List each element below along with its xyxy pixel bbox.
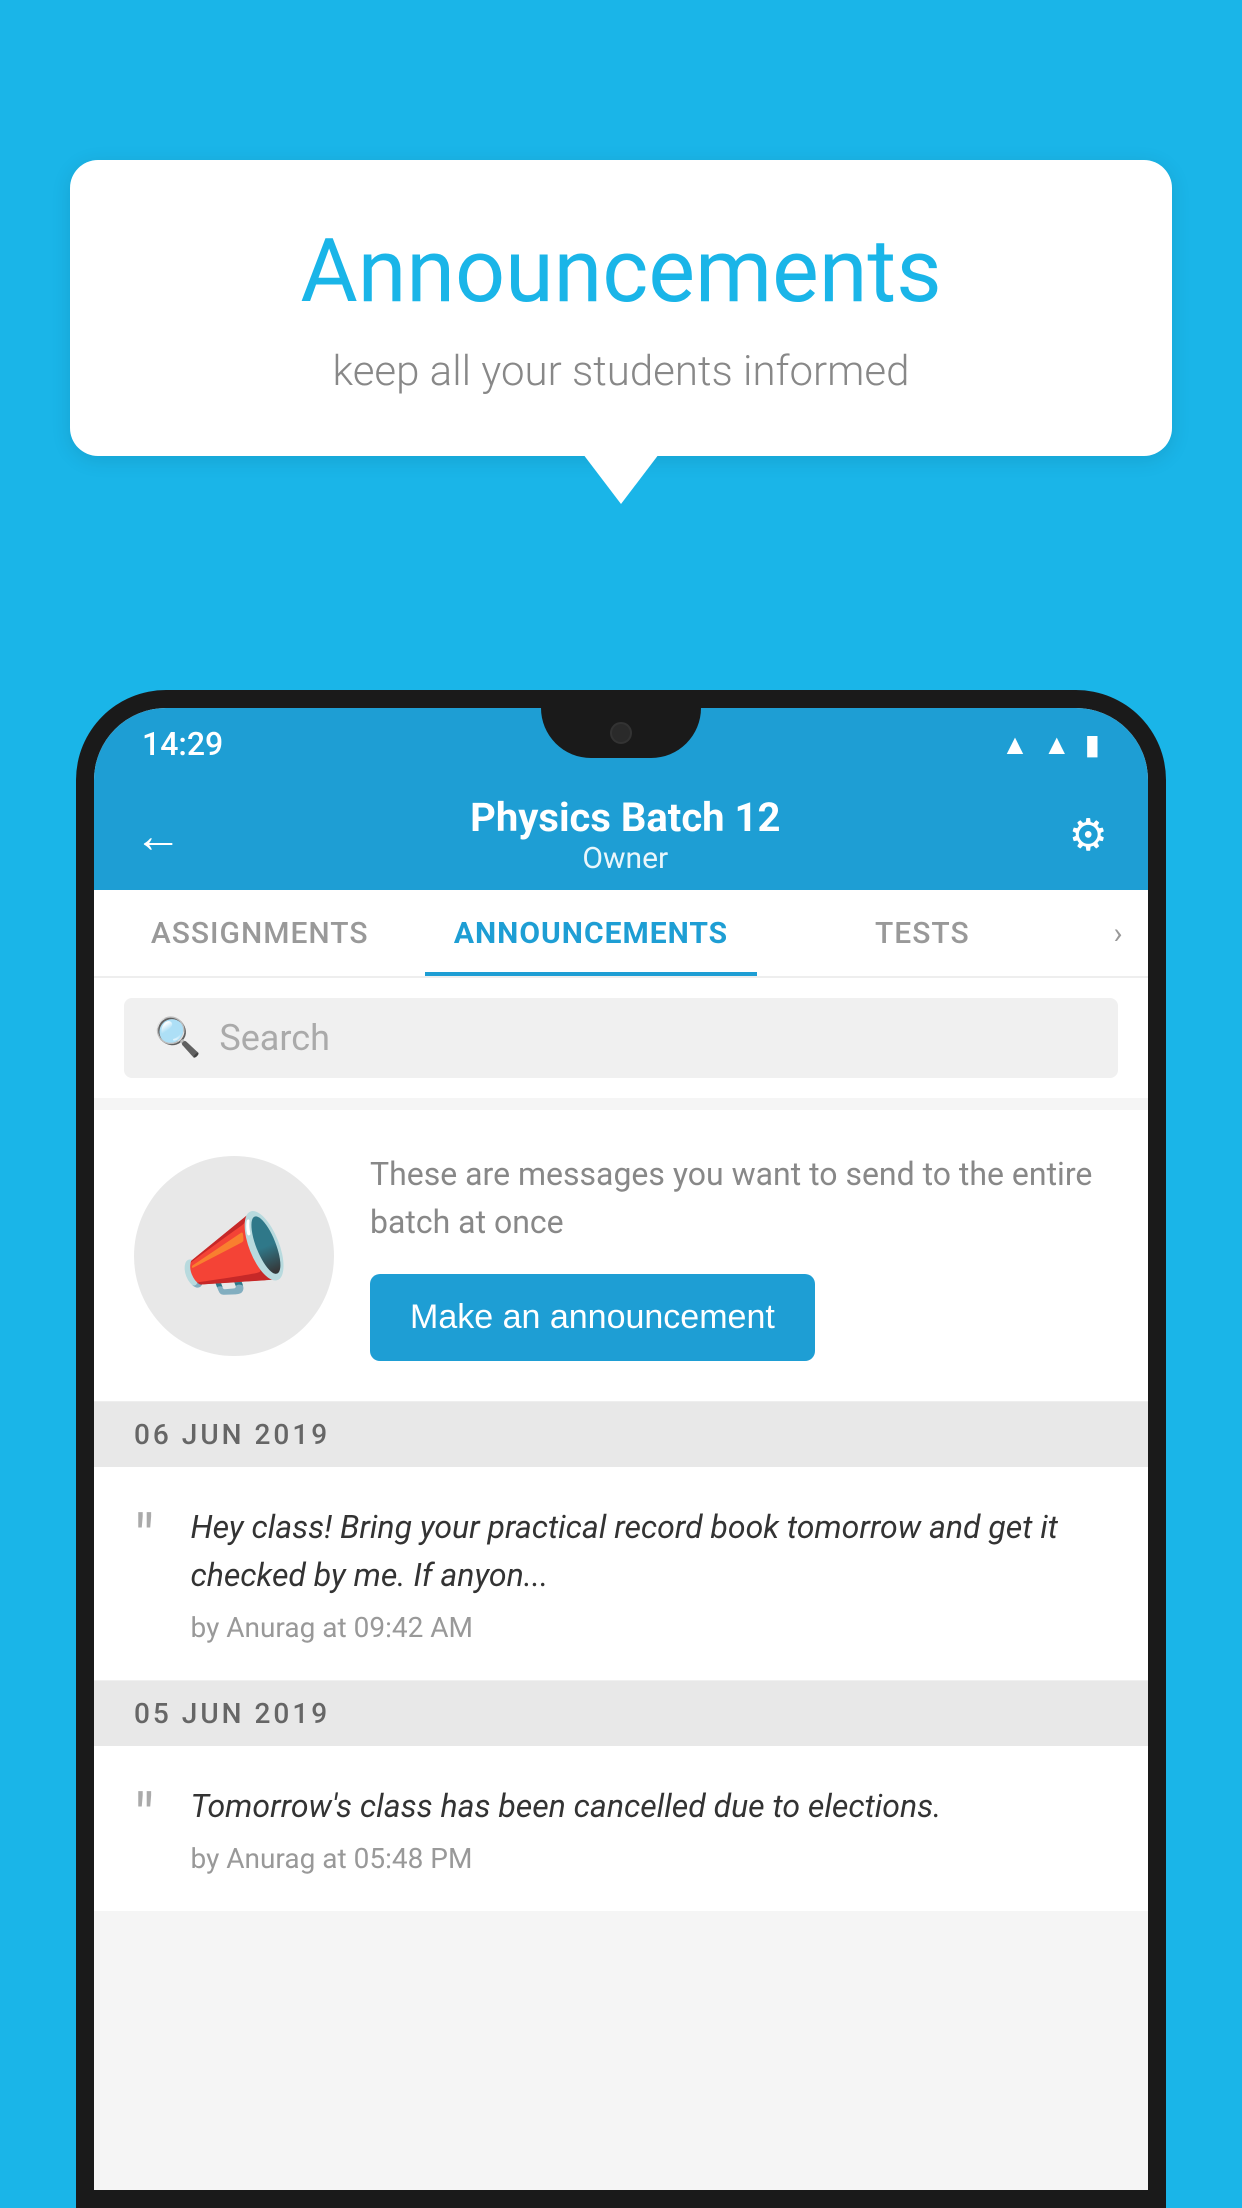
bubble-title: Announcements xyxy=(150,220,1092,323)
announcement-content-1: Hey class! Bring your practical record b… xyxy=(191,1503,1109,1644)
megaphone-icon: 📣 xyxy=(178,1203,290,1308)
search-placeholder: Search xyxy=(219,1017,330,1059)
phone-outer: 14:29 ▲ ▲ ▮ ← Physics Batch 12 Owner ⚙ xyxy=(76,690,1166,2208)
app-bar-subtitle: Owner xyxy=(182,841,1069,876)
make-announcement-button[interactable]: Make an announcement xyxy=(370,1274,815,1361)
wifi-icon: ▲ xyxy=(1001,728,1029,761)
status-time: 14:29 xyxy=(142,725,223,763)
announcement-item-2: " Tomorrow's class has been cancelled du… xyxy=(94,1746,1148,1911)
signal-icon: ▲ xyxy=(1043,728,1071,761)
speech-bubble-card: Announcements keep all your students inf… xyxy=(70,160,1172,456)
tab-tests[interactable]: TESTS xyxy=(757,890,1088,976)
settings-icon[interactable]: ⚙ xyxy=(1069,809,1108,861)
phone-inner: 14:29 ▲ ▲ ▮ ← Physics Batch 12 Owner ⚙ xyxy=(94,708,1148,2190)
announcement-text-1: Hey class! Bring your practical record b… xyxy=(191,1503,1109,1599)
quote-icon-1: " xyxy=(134,1507,155,1571)
announcement-text-2: Tomorrow's class has been cancelled due … xyxy=(191,1782,1109,1830)
date-header-1: 06 JUN 2019 xyxy=(94,1402,1148,1467)
promo-section: 📣 These are messages you want to send to… xyxy=(94,1110,1148,1402)
app-bar-title: Physics Batch 12 xyxy=(182,794,1069,841)
announcement-meta-1: by Anurag at 09:42 AM xyxy=(191,1611,1109,1644)
search-bar-wrapper: 🔍 Search xyxy=(94,978,1148,1098)
promo-right: These are messages you want to send to t… xyxy=(370,1150,1108,1361)
battery-icon: ▮ xyxy=(1085,728,1100,761)
speech-bubble-tail xyxy=(583,454,659,504)
app-bar-title-section: Physics Batch 12 Owner xyxy=(182,794,1069,876)
content-area: 🔍 Search 📣 These are messages you want t… xyxy=(94,978,1148,2190)
bubble-subtitle: keep all your students informed xyxy=(150,347,1092,396)
tab-more[interactable]: › xyxy=(1088,890,1148,976)
quote-icon-2: " xyxy=(134,1786,155,1850)
search-bar[interactable]: 🔍 Search xyxy=(124,998,1118,1078)
speech-bubble-section: Announcements keep all your students inf… xyxy=(70,160,1172,504)
announcement-content-2: Tomorrow's class has been cancelled due … xyxy=(191,1782,1109,1875)
notch-camera xyxy=(610,722,632,744)
tab-announcements[interactable]: ANNOUNCEMENTS xyxy=(425,890,756,976)
promo-icon-circle: 📣 xyxy=(134,1156,334,1356)
back-button[interactable]: ← xyxy=(134,807,182,864)
date-header-2: 05 JUN 2019 xyxy=(94,1681,1148,1746)
phone-container: 14:29 ▲ ▲ ▮ ← Physics Batch 12 Owner ⚙ xyxy=(76,690,1166,2208)
search-icon: 🔍 xyxy=(154,1016,201,1060)
promo-description: These are messages you want to send to t… xyxy=(370,1150,1108,1246)
status-icons: ▲ ▲ ▮ xyxy=(1001,728,1100,761)
announcement-item-1: " Hey class! Bring your practical record… xyxy=(94,1467,1148,1681)
announcement-meta-2: by Anurag at 05:48 PM xyxy=(191,1842,1109,1875)
tab-assignments[interactable]: ASSIGNMENTS xyxy=(94,890,425,976)
phone-notch xyxy=(541,708,701,758)
tabs-bar: ASSIGNMENTS ANNOUNCEMENTS TESTS › xyxy=(94,890,1148,978)
app-bar: ← Physics Batch 12 Owner ⚙ xyxy=(94,780,1148,890)
